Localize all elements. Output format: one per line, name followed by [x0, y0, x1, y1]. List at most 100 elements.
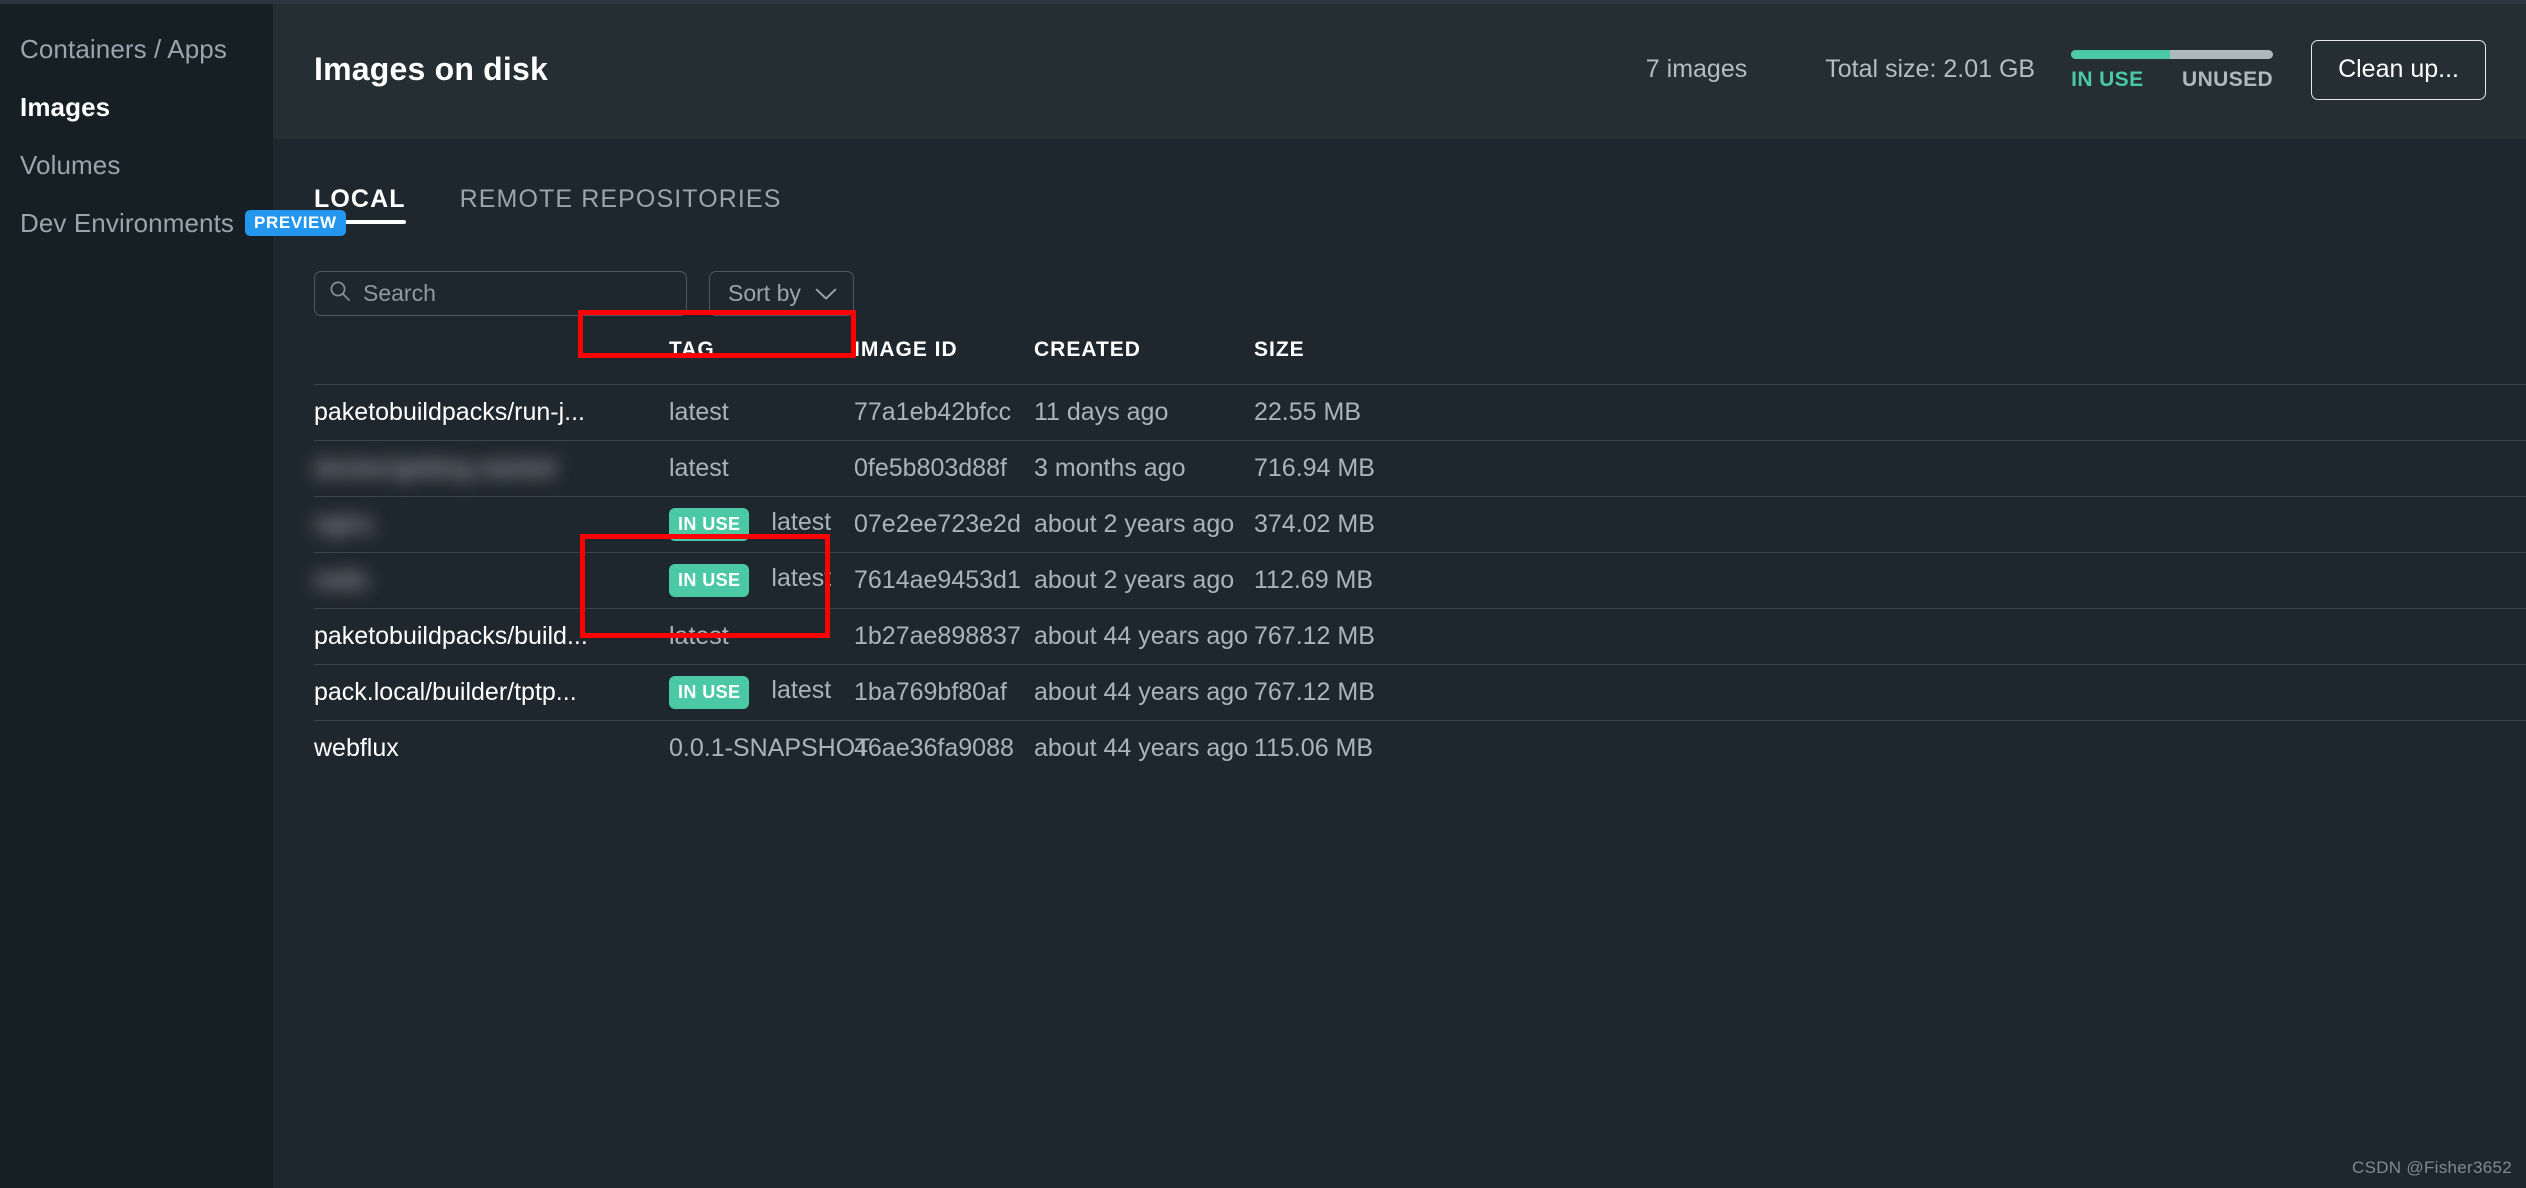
sidebar-item-volumes[interactable]: Volumes — [0, 136, 273, 194]
window-top-strip — [0, 0, 2526, 4]
sidebar-item-label: Images — [20, 91, 111, 122]
table-row[interactable]: nginx IN USE latest 07e2ee723e2d about 2 yea… — [314, 496, 2526, 553]
disk-usage-meter: IN USE UNUSED — [2071, 48, 2274, 92]
image-id: 46ae36fa9088 — [854, 734, 1014, 763]
image-tag: latest — [669, 454, 729, 482]
image-size: 767.12 MB — [1254, 678, 1375, 706]
image-id: 7614ae9453d1 — [854, 566, 1021, 594]
column-header-image-id: IMAGE ID — [854, 338, 958, 361]
image-size: 112.69 MB — [1254, 566, 1374, 594]
table-row[interactable]: paketobuildpacks/build... latest 1b27ae898… — [314, 608, 2526, 665]
image-id: 0fe5b803d88f — [854, 454, 1007, 482]
image-name-wrapper: webflux — [314, 734, 669, 763]
status-badge-in-use: IN USE — [669, 676, 750, 709]
image-id: 1b27ae898837 — [854, 622, 1021, 650]
sidebar-item-containers-apps[interactable]: Containers / Apps — [0, 20, 273, 78]
sidebar-item-label: Containers / Apps — [20, 33, 227, 64]
cell-tag: latest — [669, 608, 854, 665]
cell-id: 07e2ee723e2d — [854, 496, 1034, 553]
image-id: 77a1eb42bfcc — [854, 398, 1012, 426]
toolbar: Sort by — [273, 224, 2526, 320]
cell-tag: IN USE latest — [669, 496, 854, 553]
cell-image-name: webflux — [314, 720, 669, 777]
sidebar-item-label: Volumes — [20, 149, 121, 180]
cell-image-name: redis — [314, 552, 669, 609]
header-stats: 7 images Total size: 2.01 GB IN USE UNUS… — [1646, 39, 2486, 100]
table-row[interactable]: webflux 0.0.1-SNAPSHOT 46ae36fa9088 about 4… — [314, 720, 2526, 777]
table-row[interactable]: redis IN USE latest 7614ae9453d1 about 2 yea… — [314, 552, 2526, 609]
image-name: paketobuildpacks/run-j... — [314, 398, 585, 426]
sort-by-label: Sort by — [728, 279, 801, 306]
image-created: about 44 years ago — [1034, 678, 1249, 706]
sort-by-dropdown[interactable]: Sort by — [709, 270, 854, 316]
clean-up-button[interactable]: Clean up... — [2311, 39, 2486, 100]
tab-remote-repositories[interactable]: REMOTE REPOSITORIES — [460, 185, 782, 224]
image-name: nginx — [314, 510, 374, 538]
image-tag: latest — [771, 564, 832, 592]
usage-meter-labels: IN USE UNUSED — [2071, 68, 2273, 92]
search-icon — [329, 280, 351, 307]
image-tag: 0.0.1-SNAPSHOT — [669, 734, 871, 763]
table-row[interactable]: docker/getting-started latest 0fe5b803d88f… — [314, 440, 2526, 497]
image-name-wrapper: docker/getting-started — [314, 454, 669, 483]
image-name-wrapper: pack.local/builder/tptp... — [314, 678, 669, 707]
cell-created: 11 days ago — [1034, 384, 1254, 441]
page-header: Images on disk 7 images Total size: 2.01… — [273, 0, 2526, 140]
cell-tag: latest — [669, 440, 854, 497]
image-tag: latest — [771, 508, 832, 536]
status-badge-in-use: IN USE — [669, 508, 750, 541]
image-size: 115.06 MB — [1254, 734, 1374, 763]
cell-image-name: paketobuildpacks/run-j... — [314, 384, 669, 441]
cell-size: 112.69 MB — [1254, 552, 2526, 609]
image-id: 1ba769bf80af — [854, 678, 1007, 706]
total-size: Total size: 2.01 GB — [1825, 55, 2036, 83]
cell-size: 716.94 MB — [1254, 440, 2526, 497]
image-created: about 44 years ago — [1034, 622, 1249, 650]
image-name-wrapper: redis — [314, 566, 669, 595]
cell-size: 767.12 MB — [1254, 608, 2526, 665]
cell-image-name: pack.local/builder/tptp... — [314, 664, 669, 721]
image-size: 716.94 MB — [1254, 454, 1375, 482]
image-name: pack.local/builder/tptp... — [314, 678, 577, 706]
cell-created: about 44 years ago — [1034, 720, 1254, 777]
sidebar-item-images[interactable]: Images — [0, 78, 273, 136]
image-size: 22.55 MB — [1254, 398, 1362, 426]
cell-id: 0fe5b803d88f — [854, 440, 1034, 497]
cell-id: 46ae36fa9088 — [854, 720, 1034, 777]
watermark: CSDN @Fisher3652 — [2352, 1158, 2512, 1177]
sidebar: Containers / Apps Images Volumes Dev Env… — [0, 0, 346, 1188]
cell-created: about 44 years ago — [1034, 664, 1254, 721]
cell-tag: latest — [669, 384, 854, 441]
cell-image-name: paketobuildpacks/build... — [314, 608, 669, 665]
image-created: about 2 years ago — [1034, 566, 1235, 594]
image-created: 11 days ago — [1034, 398, 1169, 426]
preview-badge: PREVIEW — [245, 210, 346, 236]
table-header-row: TAG IMAGE ID CREATED SIZE — [314, 320, 2526, 385]
table-row[interactable]: pack.local/builder/tptp... IN USE latest 1b… — [314, 664, 2526, 721]
table-row[interactable]: paketobuildpacks/run-j... latest 77a1eb42b… — [314, 384, 2526, 441]
column-header-tag: TAG — [669, 338, 715, 361]
main-content: Images on disk 7 images Total size: 2.01… — [273, 0, 2526, 1188]
cell-created: about 2 years ago — [1034, 496, 1254, 553]
usage-meter-track — [2071, 49, 2274, 59]
sidebar-item-label: Dev Environments — [20, 207, 235, 238]
image-tag: latest — [669, 398, 729, 426]
cell-size: 22.55 MB — [1254, 384, 2526, 441]
search-input[interactable] — [363, 279, 672, 307]
sidebar-item-dev-environments[interactable]: Dev Environments PREVIEW — [0, 194, 346, 252]
unused-label: UNUSED — [2182, 67, 2274, 91]
cell-tag: IN USE latest — [669, 552, 854, 609]
cell-image-name: nginx — [314, 496, 669, 553]
cell-id: 1ba769bf80af — [854, 664, 1034, 721]
column-header-name — [314, 320, 669, 385]
image-size: 767.12 MB — [1254, 622, 1375, 650]
chevron-down-icon — [815, 280, 837, 307]
docker-desktop-window: Containers / Apps Images Volumes Dev Env… — [0, 0, 2526, 1188]
search-box[interactable] — [314, 270, 687, 316]
column-header-created: CREATED — [1034, 338, 1141, 361]
cell-tag: IN USE latest — [669, 664, 854, 721]
image-name: paketobuildpacks/build... — [314, 622, 588, 650]
cell-size: 767.12 MB — [1254, 664, 2526, 721]
status-badge-in-use: IN USE — [669, 564, 750, 597]
images-table: TAG IMAGE ID CREATED SIZE paketobuildpac… — [314, 320, 2526, 777]
